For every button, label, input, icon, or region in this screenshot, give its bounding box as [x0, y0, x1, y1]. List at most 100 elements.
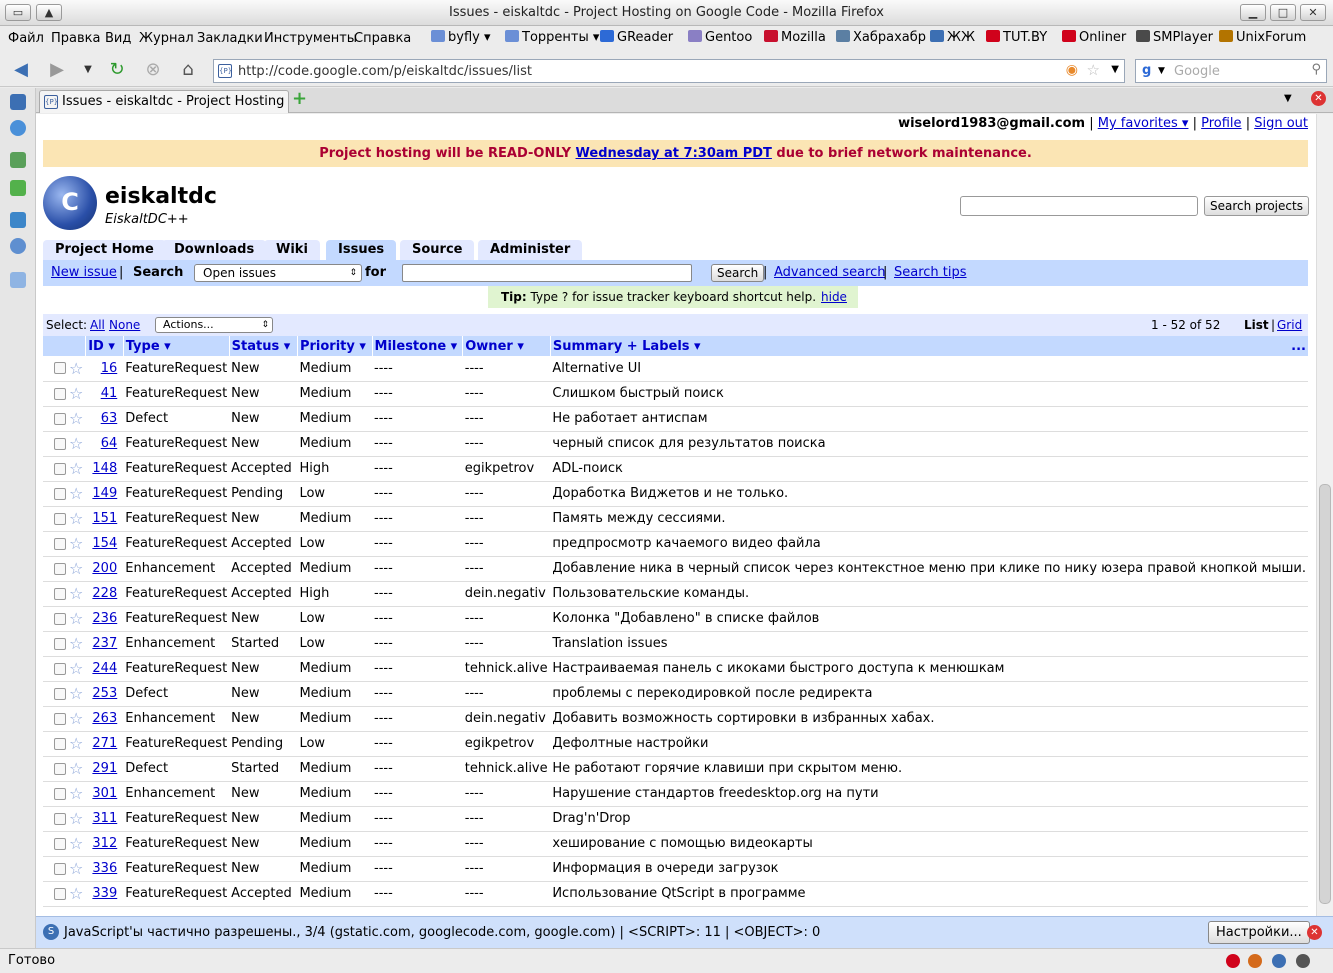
- star-icon[interactable]: ☆: [69, 809, 83, 828]
- select-none-link[interactable]: None: [109, 318, 140, 332]
- table-row[interactable]: ☆ 64 FeatureRequest New Medium ---- ---- черный…: [43, 431, 1308, 457]
- header-owner[interactable]: Owner ▾: [462, 336, 551, 356]
- row-checkbox[interactable]: [54, 537, 66, 550]
- menu-view[interactable]: Вид: [105, 31, 131, 46]
- header-type[interactable]: Type ▾: [122, 336, 230, 356]
- bookmark-habr[interactable]: Хабрахабр: [836, 30, 926, 45]
- table-row[interactable]: ☆ 263 Enhancement New Medium ---- dein.negativ…: [43, 706, 1308, 732]
- grid-view-link[interactable]: Grid: [1277, 318, 1302, 332]
- table-row[interactable]: ☆ 41 FeatureRequest New Medium ---- ---- Слишко…: [43, 381, 1308, 407]
- hide-tip-link[interactable]: hide: [821, 286, 847, 308]
- star-icon[interactable]: ☆: [69, 784, 83, 803]
- star-icon[interactable]: ☆: [69, 509, 83, 528]
- issue-id-link[interactable]: 237: [92, 636, 117, 651]
- table-row[interactable]: ☆ 244 FeatureRequest New Medium ---- tehnick.a…: [43, 656, 1308, 682]
- table-row[interactable]: ☆ 16 FeatureRequest New Medium ---- ---- Altern…: [43, 356, 1308, 382]
- issue-summary[interactable]: Пользовательские команды.: [552, 586, 749, 601]
- star-icon[interactable]: ☆: [69, 734, 83, 753]
- table-row[interactable]: ☆ 311 FeatureRequest New Medium ---- ---- Drag'…: [43, 806, 1308, 832]
- row-checkbox[interactable]: [54, 687, 66, 700]
- table-row[interactable]: ☆ 312 FeatureRequest New Medium ---- ---- хешир…: [43, 831, 1308, 857]
- issue-summary[interactable]: черный список для результатов поиска: [552, 436, 825, 451]
- close-notification-icon[interactable]: ✕: [1307, 925, 1322, 940]
- star-icon[interactable]: ☆: [69, 634, 83, 653]
- bookmark-gentoo[interactable]: Gentoo: [688, 30, 752, 45]
- issue-id-link[interactable]: 236: [92, 611, 117, 626]
- issue-summary[interactable]: Использование QtScript в программе: [552, 886, 805, 901]
- issue-id-link[interactable]: 244: [92, 661, 117, 676]
- issue-id-link[interactable]: 336: [92, 861, 117, 876]
- table-row[interactable]: ☆ 151 FeatureRequest New Medium ---- ---- Памят…: [43, 506, 1308, 532]
- issue-id-link[interactable]: 16: [101, 361, 118, 376]
- star-icon[interactable]: ☆: [69, 859, 83, 878]
- header-id[interactable]: ID ▾: [85, 336, 124, 356]
- star-icon[interactable]: ☆: [69, 659, 83, 678]
- tab-administer[interactable]: Administer: [478, 240, 583, 260]
- header-status[interactable]: Status ▾: [228, 336, 298, 356]
- issue-id-link[interactable]: 154: [92, 536, 117, 551]
- row-checkbox[interactable]: [54, 437, 66, 450]
- page-scrollbar[interactable]: [1316, 114, 1333, 916]
- issue-summary[interactable]: Слишком быстрый поиск: [552, 386, 723, 401]
- star-icon[interactable]: ☆: [69, 534, 83, 553]
- issue-summary[interactable]: Не работает антиспам: [552, 411, 707, 426]
- issue-id-link[interactable]: 263: [92, 711, 117, 726]
- issue-search-button[interactable]: Search: [711, 264, 765, 282]
- star-icon[interactable]: ☆: [69, 384, 83, 403]
- table-row[interactable]: ☆ 148 FeatureRequest Accepted High ---- egikpe…: [43, 456, 1308, 482]
- bookmark-byfly[interactable]: byfly ▾: [431, 30, 491, 45]
- tab-wiki[interactable]: Wiki: [264, 240, 320, 260]
- table-row[interactable]: ☆ 301 Enhancement New Medium ---- ---- Нарушени…: [43, 781, 1308, 807]
- header-priority[interactable]: Priority ▾: [296, 336, 373, 356]
- issue-id-link[interactable]: 339: [92, 886, 117, 901]
- tab-source[interactable]: Source: [400, 240, 475, 260]
- table-row[interactable]: ☆ 154 FeatureRequest Accepted Low ---- ---- пре…: [43, 531, 1308, 557]
- row-checkbox[interactable]: [54, 362, 66, 375]
- issue-summary[interactable]: Память между сессиями.: [552, 511, 725, 526]
- star-icon[interactable]: ☆: [69, 359, 83, 378]
- star-icon[interactable]: ☆: [69, 884, 83, 903]
- bookmark-greader[interactable]: GReader: [600, 30, 673, 45]
- row-checkbox[interactable]: [54, 562, 66, 575]
- table-row[interactable]: ☆ 237 Enhancement Started Low ---- ---- Transla…: [43, 631, 1308, 657]
- url-bar[interactable]: {P} http://code.google.com/p/eiskaltdc/i…: [213, 59, 1125, 83]
- menu-help[interactable]: Справка: [354, 31, 411, 46]
- table-row[interactable]: ☆ 253 Defect New Medium ---- ---- проблемы с пе…: [43, 681, 1308, 707]
- issue-id-link[interactable]: 41: [101, 386, 118, 401]
- issue-summary[interactable]: Не работают горячие клавиши при скрытом …: [552, 761, 902, 776]
- stop-icon[interactable]: ⊗: [141, 59, 165, 81]
- search-tips-link[interactable]: Search tips: [894, 265, 967, 280]
- issue-id-link[interactable]: 148: [92, 461, 117, 476]
- bookmark-tutby[interactable]: TUT.BY: [986, 30, 1047, 45]
- menu-bookmarks[interactable]: Закладки: [197, 31, 263, 46]
- window-close-button[interactable]: ✕: [1300, 4, 1326, 21]
- bookmark-unixforum[interactable]: UnixForum: [1219, 30, 1306, 45]
- header-milestone[interactable]: Milestone ▾: [371, 336, 463, 356]
- star-icon[interactable]: ☆: [69, 709, 83, 728]
- row-checkbox[interactable]: [54, 387, 66, 400]
- issue-id-link[interactable]: 63: [101, 411, 118, 426]
- bookmarks-sidebar-icon[interactable]: [10, 94, 26, 110]
- star-icon[interactable]: ☆: [69, 409, 83, 428]
- menu-history[interactable]: Журнал: [139, 31, 194, 46]
- issue-summary[interactable]: Нарушение стандартов freedesktop.org на …: [552, 786, 878, 801]
- star-icon[interactable]: ☆: [69, 434, 83, 453]
- downloads-icon[interactable]: [10, 152, 26, 168]
- star-icon[interactable]: ☆: [69, 609, 83, 628]
- row-checkbox[interactable]: [54, 487, 66, 500]
- issue-id-link[interactable]: 149: [92, 486, 117, 501]
- tab-downloads[interactable]: Downloads: [162, 240, 267, 260]
- noscript-status-icon[interactable]: [1272, 954, 1286, 968]
- star-icon[interactable]: ☆: [69, 584, 83, 603]
- scrollbar-thumb[interactable]: [1319, 484, 1331, 904]
- window-maximize-button[interactable]: □: [1270, 4, 1296, 21]
- url-text[interactable]: http://code.google.com/p/eiskaltdc/issue…: [238, 64, 532, 79]
- addons-puzzle-icon[interactable]: [10, 180, 26, 196]
- row-checkbox[interactable]: [54, 762, 66, 775]
- url-dropdown-icon[interactable]: ▼: [1111, 64, 1119, 75]
- tab-list-dropdown-icon[interactable]: ▼: [1284, 93, 1292, 104]
- engine-dropdown-icon[interactable]: ▼: [1158, 66, 1165, 76]
- noscript-settings-button[interactable]: Настройки...: [1208, 921, 1310, 944]
- row-checkbox[interactable]: [54, 862, 66, 875]
- page-icon[interactable]: [10, 272, 26, 288]
